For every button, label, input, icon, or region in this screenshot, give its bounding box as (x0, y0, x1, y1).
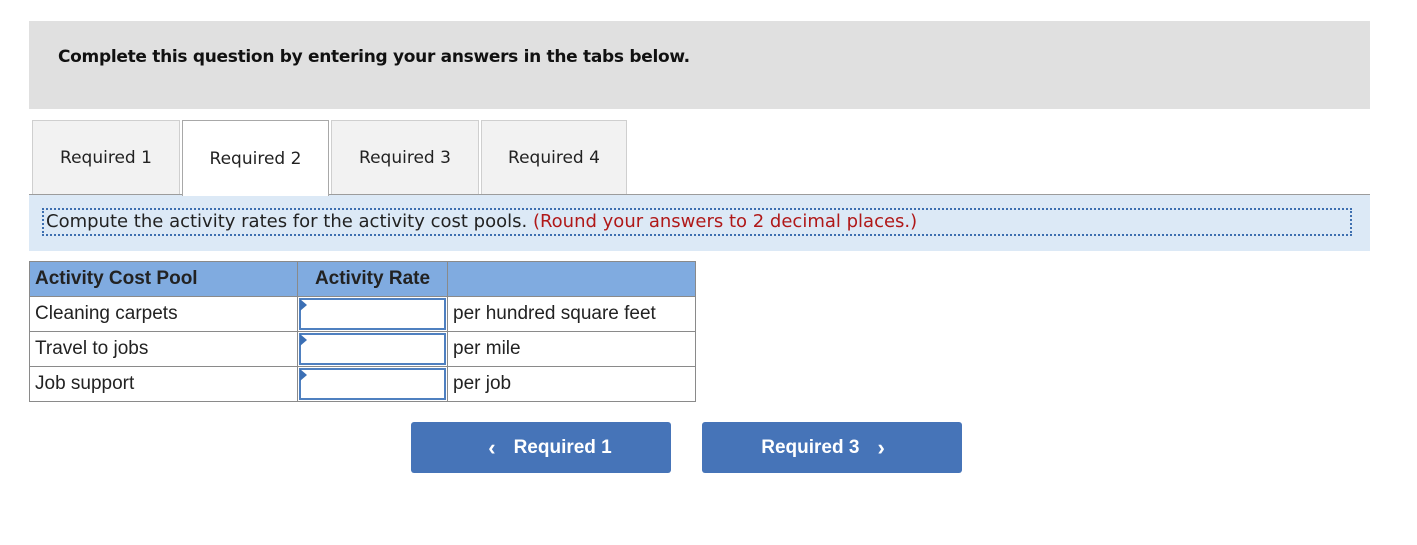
header-unit (447, 261, 696, 297)
instruction-text-box: Compute the activity rates for the activ… (42, 208, 1352, 236)
instruction-panel: Compute the activity rates for the activ… (29, 195, 1370, 251)
question-banner: Complete this question by entering your … (29, 21, 1370, 109)
next-required-3-button[interactable]: Required 3 › (702, 422, 962, 473)
banner-text: Complete this question by entering your … (58, 47, 690, 67)
rate-cell (297, 331, 448, 367)
input-flag-icon (300, 299, 307, 311)
rate-cell (297, 366, 448, 402)
tab-required-4[interactable]: Required 4 (481, 120, 627, 194)
pool-name: Travel to jobs (29, 331, 298, 367)
prev-required-1-button[interactable]: ‹ Required 1 (411, 422, 671, 473)
tab-required-1[interactable]: Required 1 (32, 120, 180, 194)
input-flag-icon (300, 334, 307, 346)
table-row: Travel to jobs per mile (29, 331, 696, 367)
pool-name: Cleaning carpets (29, 296, 298, 332)
header-activity-rate: Activity Rate (297, 261, 448, 297)
header-activity-cost-pool: Activity Cost Pool (29, 261, 298, 297)
rate-cell (297, 296, 448, 332)
rounding-note: (Round your answers to 2 decimal places.… (532, 211, 918, 232)
input-flag-icon (300, 369, 307, 381)
prev-button-label: Required 1 (513, 436, 612, 458)
tab-required-2[interactable]: Required 2 (182, 120, 329, 196)
rate-unit: per job (447, 366, 696, 402)
table-header-row: Activity Cost Pool Activity Rate (29, 261, 696, 297)
chevron-left-icon: ‹ (488, 434, 496, 460)
rate-unit: per mile (447, 331, 696, 367)
table-row: Cleaning carpets per hundred square feet (29, 296, 696, 332)
chevron-right-icon: › (877, 434, 885, 460)
job-support-rate-input[interactable] (299, 368, 446, 400)
instruction-text: Compute the activity rates for the activ… (46, 211, 528, 232)
pool-name: Job support (29, 366, 298, 402)
rate-unit: per hundred square feet (447, 296, 696, 332)
tab-required-3[interactable]: Required 3 (331, 120, 479, 194)
cleaning-carpets-rate-input[interactable] (299, 298, 446, 330)
travel-to-jobs-rate-input[interactable] (299, 333, 446, 365)
next-button-label: Required 3 (761, 436, 860, 458)
table-row: Job support per job (29, 366, 696, 402)
activity-rate-table: Activity Cost Pool Activity Rate Cleanin… (29, 261, 696, 402)
